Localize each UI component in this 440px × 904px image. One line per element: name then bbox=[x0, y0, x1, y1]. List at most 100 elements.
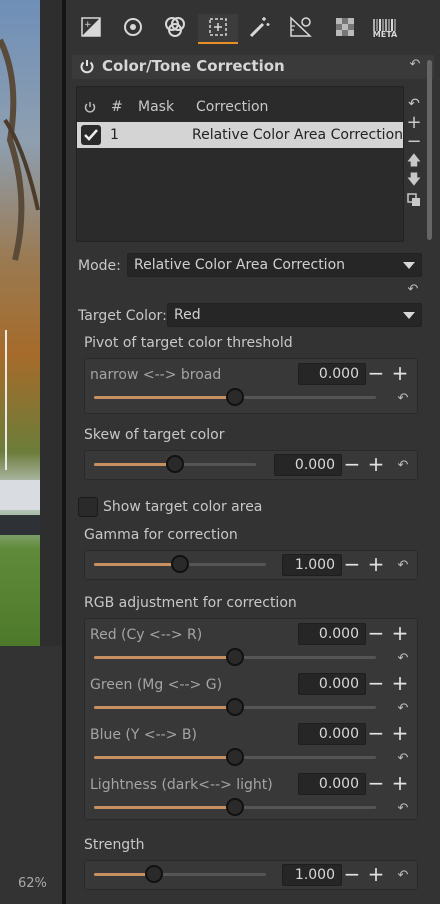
minus-icon: − bbox=[343, 452, 361, 476]
reset-strength-icon[interactable]: ↶ bbox=[396, 869, 410, 883]
slider-knob[interactable] bbox=[226, 388, 244, 406]
blue-slider[interactable] bbox=[94, 748, 376, 766]
slider-knob[interactable] bbox=[145, 865, 163, 883]
red-slider[interactable] bbox=[94, 648, 376, 666]
green-slider[interactable] bbox=[94, 698, 376, 716]
meta-tab-label: META bbox=[372, 30, 398, 39]
tool-title: Color/Tone Correction bbox=[102, 57, 285, 75]
red-value-field[interactable]: 0.000 bbox=[298, 623, 366, 645]
minus-icon: − bbox=[367, 361, 385, 385]
slider-knob[interactable] bbox=[226, 698, 244, 716]
reset-blue-icon[interactable]: ↶ bbox=[396, 752, 410, 766]
green-label: Green (Mg <--> G) bbox=[90, 677, 223, 693]
reset-mode-icon[interactable]: ↶ bbox=[406, 283, 420, 297]
skew-value-field[interactable]: 0.000 bbox=[274, 454, 342, 476]
svg-text:+: + bbox=[84, 20, 92, 30]
pivot-label: narrow <--> broad bbox=[90, 367, 222, 383]
reset-list-icon[interactable]: ↶ bbox=[406, 96, 422, 112]
reset-pivot-icon[interactable]: ↶ bbox=[396, 392, 410, 406]
advanced-icon[interactable] bbox=[198, 14, 238, 44]
target-color-value: Red bbox=[174, 307, 201, 323]
skew-slider[interactable] bbox=[94, 455, 256, 473]
show-area-checkbox[interactable] bbox=[78, 497, 98, 517]
reset-gamma-icon[interactable]: ↶ bbox=[396, 559, 410, 573]
slider-knob[interactable] bbox=[171, 555, 189, 573]
barcode-meta-icon[interactable]: META bbox=[368, 14, 402, 44]
gamma-title: Gamma for correction bbox=[84, 527, 238, 543]
blue-label: Blue (Y <--> B) bbox=[90, 727, 197, 743]
reset-lightness-icon[interactable]: ↶ bbox=[396, 802, 410, 816]
reset-icon[interactable]: ↶ bbox=[408, 58, 422, 72]
slider-knob[interactable] bbox=[166, 455, 184, 473]
slider-knob[interactable] bbox=[226, 798, 244, 816]
checkbox-checked-icon[interactable] bbox=[81, 125, 101, 145]
lightness-label: Lightness (dark<--> light) bbox=[90, 777, 273, 793]
plus-icon: + bbox=[391, 361, 409, 385]
skew-stepper[interactable]: − + bbox=[342, 454, 386, 476]
move-down-icon[interactable]: 🡇 bbox=[406, 172, 422, 188]
slider-knob[interactable] bbox=[226, 748, 244, 766]
reset-green-icon[interactable]: ↶ bbox=[396, 702, 410, 716]
slider-knob[interactable] bbox=[226, 648, 244, 666]
mode-label: Mode: bbox=[78, 258, 121, 274]
plus-icon: + bbox=[367, 552, 385, 576]
minus-icon: − bbox=[367, 721, 385, 745]
blue-stepper[interactable]: − + bbox=[366, 723, 410, 745]
panel-scrollbar[interactable] bbox=[427, 60, 432, 240]
photo-preview[interactable] bbox=[0, 0, 40, 646]
plus-icon: + bbox=[391, 621, 409, 645]
lightness-value-field[interactable]: 0.000 bbox=[298, 773, 366, 795]
green-stepper[interactable]: − + bbox=[366, 673, 410, 695]
plus-icon: + bbox=[391, 771, 409, 795]
gamma-stepper[interactable]: − + bbox=[342, 554, 386, 576]
blue-value-field[interactable]: 0.000 bbox=[298, 723, 366, 745]
target-color-select[interactable]: Red bbox=[167, 303, 422, 327]
minus-icon: − bbox=[343, 552, 361, 576]
lens-ruler-icon[interactable] bbox=[288, 14, 314, 44]
duplicate-icon[interactable] bbox=[406, 193, 422, 209]
exposure-icon[interactable]: + bbox=[78, 14, 104, 44]
remove-icon[interactable]: − bbox=[406, 133, 422, 151]
pivot-stepper[interactable]: − + bbox=[366, 363, 410, 385]
detail-icon[interactable] bbox=[120, 14, 146, 44]
color-circles-icon[interactable] bbox=[162, 14, 188, 44]
zoom-level[interactable]: 62% bbox=[18, 876, 47, 891]
reset-red-icon[interactable]: ↶ bbox=[396, 652, 410, 666]
power-column-icon bbox=[82, 99, 98, 115]
chevron-down-icon bbox=[403, 312, 415, 319]
magic-wand-icon[interactable] bbox=[246, 14, 272, 44]
skew-title: Skew of target color bbox=[84, 427, 225, 443]
strength-slider[interactable] bbox=[94, 865, 266, 883]
tool-panel: + META Color/Tone Correction ↶ # Mask Co… bbox=[66, 0, 440, 904]
power-icon[interactable] bbox=[78, 57, 96, 75]
pivot-title: Pivot of target color threshold bbox=[84, 335, 293, 351]
gamma-value-field[interactable]: 1.000 bbox=[282, 554, 342, 576]
list-item-correction: Relative Color Area Correction bbox=[192, 127, 404, 143]
reset-skew-icon[interactable]: ↶ bbox=[396, 459, 410, 473]
target-color-label: Target Color: bbox=[78, 308, 167, 324]
chevron-down-icon bbox=[403, 262, 415, 269]
lightness-slider[interactable] bbox=[94, 798, 376, 816]
pivot-slider[interactable] bbox=[94, 388, 376, 406]
strength-stepper[interactable]: − + bbox=[342, 864, 386, 886]
red-label: Red (Cy <--> R) bbox=[90, 627, 203, 643]
list-item-index: 1 bbox=[110, 127, 119, 143]
gamma-slider[interactable] bbox=[94, 555, 266, 573]
move-up-icon[interactable]: 🡅 bbox=[406, 153, 422, 169]
minus-icon: − bbox=[367, 771, 385, 795]
plus-icon: + bbox=[367, 862, 385, 886]
strength-value-field[interactable]: 1.000 bbox=[282, 864, 342, 886]
plus-icon: + bbox=[367, 452, 385, 476]
mode-select[interactable]: Relative Color Area Correction bbox=[127, 253, 422, 277]
pivot-value-field[interactable]: 0.000 bbox=[298, 363, 366, 385]
green-value-field[interactable]: 0.000 bbox=[298, 673, 366, 695]
add-icon[interactable]: + bbox=[406, 114, 422, 132]
lightness-stepper[interactable]: − + bbox=[366, 773, 410, 795]
viewer-status-area bbox=[0, 646, 64, 904]
checkerboard-icon[interactable] bbox=[332, 14, 358, 44]
red-stepper[interactable]: − + bbox=[366, 623, 410, 645]
correction-column-header: Correction bbox=[196, 99, 269, 115]
mask-column-header: Mask bbox=[138, 99, 175, 115]
plus-icon: + bbox=[391, 721, 409, 745]
minus-icon: − bbox=[367, 621, 385, 645]
